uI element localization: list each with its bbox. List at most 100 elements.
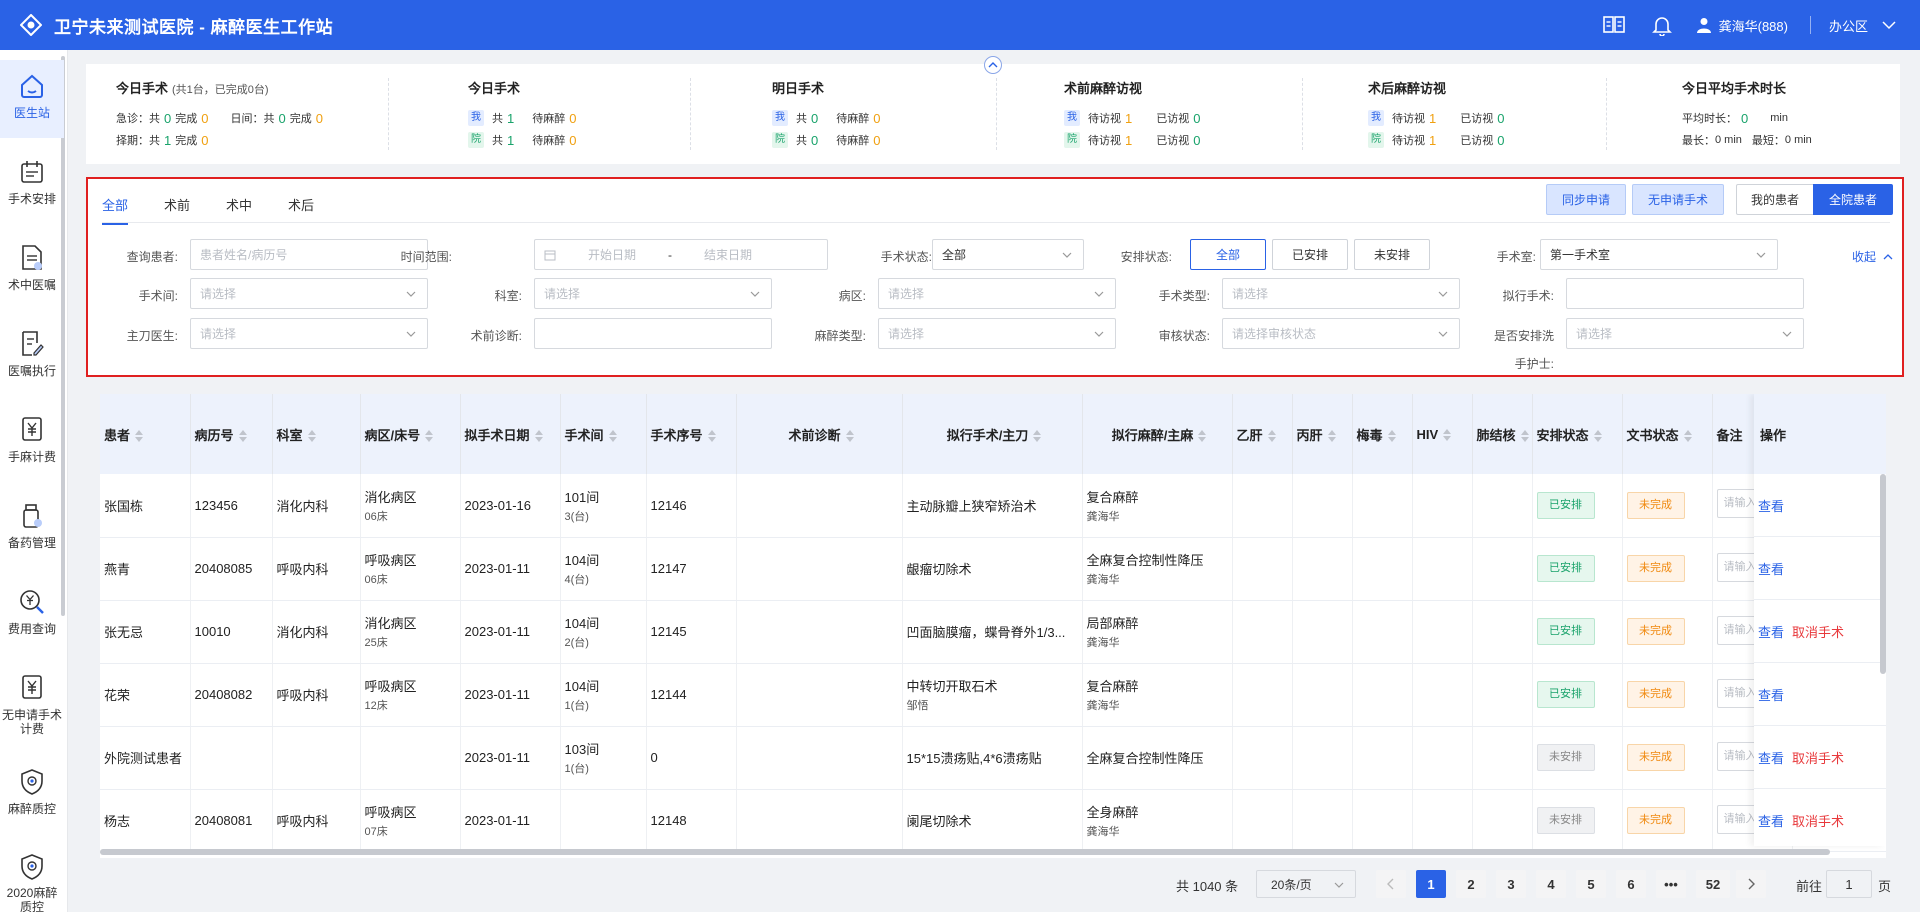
sort-icon[interactable] xyxy=(707,430,716,443)
planned-surgery-input[interactable] xyxy=(1566,278,1804,309)
anesthesia-type-select[interactable]: 请选择 xyxy=(878,318,1116,349)
chevron-down-icon[interactable] xyxy=(1882,18,1896,32)
date-range-picker[interactable]: 开始日期 - 结束日期 xyxy=(534,239,828,270)
sidebar-item-order-exec[interactable]: 医嘱执行 xyxy=(0,318,64,396)
user-menu[interactable]: 龚海华(888) xyxy=(1696,16,1788,35)
stats-collapse-button[interactable] xyxy=(984,56,1002,74)
column-header[interactable]: 手术间 xyxy=(560,394,647,474)
arrange-arranged-option[interactable]: 已安排 xyxy=(1272,239,1348,270)
tab-all[interactable]: 全部 xyxy=(102,195,129,225)
surgery-status-select[interactable]: 全部 xyxy=(932,239,1084,270)
page-button[interactable]: 1 xyxy=(1416,870,1446,898)
tab-postop[interactable]: 术后 xyxy=(288,195,314,225)
sort-icon[interactable] xyxy=(534,430,543,443)
sort-icon[interactable] xyxy=(307,430,316,443)
sync-apply-button[interactable]: 同步申请 xyxy=(1546,184,1626,215)
column-header[interactable]: 安排状态 xyxy=(1532,394,1623,474)
sidebar-item-no-apply-billing[interactable]: 无申请手术计费 xyxy=(0,662,64,748)
bell-icon[interactable] xyxy=(1649,12,1675,38)
column-header[interactable]: 拟行麻醉/主麻 xyxy=(1082,394,1233,474)
audit-status-select[interactable]: 请选择审核状态 xyxy=(1222,318,1460,349)
surgery-room-select[interactable]: 请选择 xyxy=(190,278,428,309)
collapse-filter-link[interactable]: 收起 xyxy=(1852,248,1893,265)
ward-select[interactable]: 请选择 xyxy=(878,278,1116,309)
next-page-button[interactable] xyxy=(1736,870,1766,898)
view-link[interactable]: 查看 xyxy=(1758,685,1784,704)
pre-diagnosis-input[interactable] xyxy=(534,318,772,349)
column-header[interactable]: HIV xyxy=(1412,394,1473,474)
sidebar-item-anes-qc-2020[interactable]: 2020麻醉质控 xyxy=(0,842,64,912)
more-pages-button[interactable]: ••• xyxy=(1656,870,1686,898)
column-header[interactable]: 丙肝 xyxy=(1292,394,1353,474)
table-row[interactable]: 杨志 20408081 呼吸内科 呼吸病区 07床 2023-01-11 12148 阑尾切除… xyxy=(100,789,1793,853)
column-header[interactable]: 肺结核 xyxy=(1472,394,1533,474)
sidebar-item-drug-prep[interactable]: 备药管理 xyxy=(0,490,64,568)
column-header[interactable]: 文书状态 xyxy=(1622,394,1713,474)
or-room-select[interactable]: 第一手术室 xyxy=(1540,239,1778,270)
column-header[interactable]: 术前诊断 xyxy=(736,394,903,474)
sidebar-item-intraop-orders[interactable]: 术中医嘱 xyxy=(0,232,64,310)
sidebar-item-fee-query[interactable]: 费用查询 xyxy=(0,576,64,654)
column-header[interactable]: 手术序号 xyxy=(646,394,737,474)
sort-icon[interactable] xyxy=(1443,429,1452,442)
page-button[interactable]: 5 xyxy=(1576,870,1606,898)
view-link[interactable]: 查看 xyxy=(1758,811,1784,830)
view-link[interactable]: 查看 xyxy=(1758,622,1784,641)
end-date-input[interactable]: 结束日期 xyxy=(692,246,764,263)
cancel-surgery-link[interactable]: 取消手术 xyxy=(1792,811,1844,830)
sort-icon[interactable] xyxy=(1198,430,1207,443)
column-header[interactable]: 乙肝 xyxy=(1232,394,1293,474)
arrange-nurse-select[interactable]: 请选择 xyxy=(1566,318,1804,349)
arrange-unarranged-option[interactable]: 未安排 xyxy=(1354,239,1430,270)
tab-intraop[interactable]: 术中 xyxy=(226,195,252,225)
page-button[interactable]: 2 xyxy=(1456,870,1486,898)
tab-preop[interactable]: 术前 xyxy=(164,195,190,225)
page-button[interactable]: 52 xyxy=(1696,870,1730,898)
table-vertical-scrollbar[interactable] xyxy=(1880,474,1886,674)
sidebar-item-doctor-station[interactable]: 医生站 xyxy=(0,60,64,138)
book-icon[interactable] xyxy=(1601,12,1627,38)
page-button[interactable]: 4 xyxy=(1536,870,1566,898)
table-row[interactable]: 张国栋 123456 消化内科 消化病区 06床 2023-01-16 101间 3(台) 12… xyxy=(100,474,1793,538)
table-row[interactable]: 张无忌 10010 消化内科 消化病区 25床 2023-01-11 104间 2(台) 121… xyxy=(100,600,1793,664)
arrange-all-option[interactable]: 全部 xyxy=(1190,239,1266,270)
all-patients-button[interactable]: 全院患者 xyxy=(1813,184,1893,215)
surgeon-select[interactable]: 请选择 xyxy=(190,318,428,349)
sidebar-item-surgery-arrange[interactable]: 手术安排 xyxy=(0,146,64,224)
sort-icon[interactable] xyxy=(608,430,617,443)
view-link[interactable]: 查看 xyxy=(1758,748,1784,767)
page-button[interactable]: 3 xyxy=(1496,870,1526,898)
sidebar-item-anes-billing[interactable]: 手麻计费 xyxy=(0,404,64,482)
sort-icon[interactable] xyxy=(1593,430,1602,443)
column-header[interactable]: 拟行手术/主刀 xyxy=(902,394,1083,474)
my-patients-button[interactable]: 我的患者 xyxy=(1736,184,1814,215)
sort-icon[interactable] xyxy=(845,430,854,443)
table-row[interactable]: 花荣 20408082 呼吸内科 呼吸病区 12床 2023-01-11 104间 1(台) 1… xyxy=(100,663,1793,727)
sort-icon[interactable] xyxy=(1033,430,1042,443)
dept-select[interactable]: 请选择 xyxy=(534,278,772,309)
page-size-select[interactable]: 20条/页 xyxy=(1256,870,1356,898)
column-header[interactable]: 患者 xyxy=(100,394,191,474)
sort-icon[interactable] xyxy=(1267,430,1276,443)
cancel-surgery-link[interactable]: 取消手术 xyxy=(1792,622,1844,641)
cancel-surgery-link[interactable]: 取消手术 xyxy=(1792,748,1844,767)
column-header[interactable]: 病区/床号 xyxy=(360,394,461,474)
start-date-input[interactable]: 开始日期 xyxy=(576,246,648,263)
page-button[interactable]: 6 xyxy=(1616,870,1646,898)
no-apply-surgery-button[interactable]: 无申请手术 xyxy=(1632,184,1724,215)
surgery-type-select[interactable]: 请选择 xyxy=(1222,278,1460,309)
sort-icon[interactable] xyxy=(135,430,144,443)
sort-icon[interactable] xyxy=(1520,430,1529,443)
view-link[interactable]: 查看 xyxy=(1758,496,1784,515)
sort-icon[interactable] xyxy=(1683,430,1692,443)
sort-icon[interactable] xyxy=(1327,430,1336,443)
column-header[interactable]: 病历号 xyxy=(190,394,273,474)
goto-page-input[interactable]: 1 xyxy=(1826,870,1872,898)
column-header[interactable]: 科室 xyxy=(272,394,361,474)
view-link[interactable]: 查看 xyxy=(1758,559,1784,578)
table-horizontal-scrollbar[interactable] xyxy=(100,849,1830,855)
sort-icon[interactable] xyxy=(238,430,247,443)
prev-page-button[interactable] xyxy=(1376,870,1406,898)
sort-icon[interactable] xyxy=(1387,430,1396,443)
column-header[interactable]: 拟手术日期 xyxy=(460,394,561,474)
